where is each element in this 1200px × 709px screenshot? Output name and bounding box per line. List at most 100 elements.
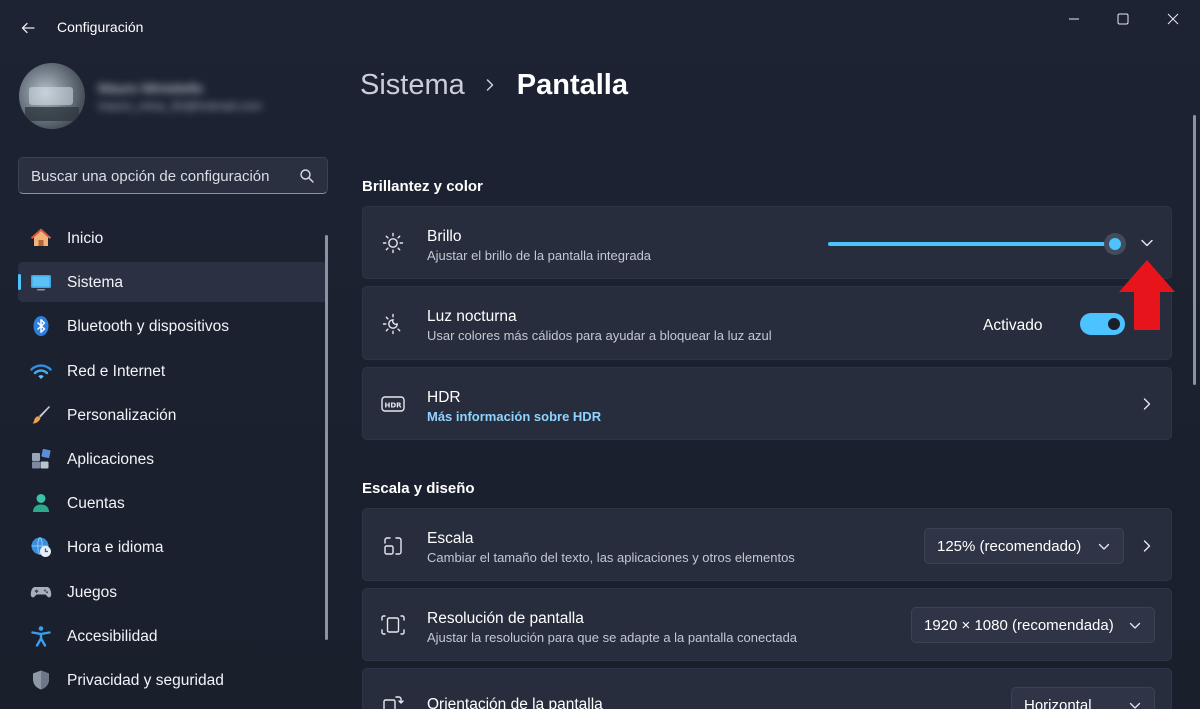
chevron-down-icon (1129, 702, 1141, 709)
profile-email: mauro_mina_92@hotmail.com (98, 99, 262, 113)
person-icon (30, 492, 52, 514)
sidebar-item-privacidad[interactable]: Privacidad y seguridad (18, 660, 328, 700)
night-light-card[interactable]: Luz nocturna Usar colores más cálidos pa… (362, 286, 1172, 360)
bluetooth-icon (30, 315, 52, 337)
sidebar-item-inicio[interactable]: Inicio (18, 218, 328, 258)
sun-icon (381, 231, 405, 255)
scale-value: 125% (recomendado) (937, 538, 1082, 555)
wifi-icon (30, 360, 52, 382)
sidebar-item-aplicaciones[interactable]: Aplicaciones (18, 439, 328, 479)
chevron-right-icon (1143, 398, 1151, 410)
sidebar-scrollbar[interactable] (325, 235, 328, 640)
hdr-card[interactable]: HDR HDR Más información sobre HDR (362, 367, 1172, 440)
resolution-subtitle: Ajustar la resolución para que se adapte… (427, 630, 798, 645)
hdr-icon: HDR (381, 392, 405, 416)
app-title: Configuración (57, 19, 144, 35)
apps-icon (30, 448, 52, 470)
sidebar-item-label: Sistema (67, 274, 123, 292)
chevron-down-icon (1098, 543, 1110, 550)
orientation-title: Orientación de la pantalla (427, 696, 603, 709)
resolution-card[interactable]: Resolución de pantalla Ajustar la resolu… (362, 588, 1172, 661)
sidebar-item-hora[interactable]: Hora e idioma (18, 527, 328, 567)
title-bar: Configuración (0, 0, 1200, 56)
close-icon (1167, 13, 1179, 25)
resolution-title: Resolución de pantalla (427, 610, 584, 627)
scale-subtitle: Cambiar el tamaño del texto, las aplicac… (427, 550, 795, 565)
search-input[interactable]: Buscar una opción de configuración (18, 157, 328, 194)
maximize-icon (1117, 13, 1129, 25)
profile-name: Mauro Ministiello (98, 80, 204, 96)
gamepad-icon (30, 581, 52, 603)
hdr-open-button[interactable] (1135, 392, 1159, 416)
home-icon (30, 227, 52, 249)
accessibility-icon (30, 625, 52, 647)
chevron-down-icon (1129, 622, 1141, 629)
maximize-button[interactable] (1100, 6, 1146, 32)
back-arrow-icon (21, 22, 35, 34)
orientation-card[interactable]: Orientación de la pantalla Horizontal (362, 668, 1172, 709)
sidebar-item-label: Bluetooth y dispositivos (67, 318, 229, 336)
minimize-icon (1069, 18, 1079, 20)
chevron-right-icon (483, 75, 503, 95)
night-light-subtitle: Usar colores más cálidos para ayudar a b… (427, 328, 772, 343)
breadcrumb: Sistema Pantalla (360, 65, 628, 105)
scale-dropdown[interactable]: 125% (recomendado) (924, 528, 1124, 564)
sidebar-item-label: Aplicaciones (67, 450, 155, 468)
hdr-title: HDR (427, 389, 461, 406)
resolution-dropdown[interactable]: 1920 × 1080 (recomendada) (911, 607, 1155, 643)
sidebar-item-sistema[interactable]: Sistema (18, 262, 328, 303)
orientation-icon (381, 693, 405, 709)
sidebar-item-personalizacion[interactable]: Personalización (18, 395, 328, 435)
chevron-down-icon (1141, 239, 1153, 247)
brightness-slider-thumb[interactable] (1104, 233, 1126, 255)
sidebar-item-bluetooth[interactable]: Bluetooth y dispositivos (18, 306, 328, 346)
sidebar-item-label: Red e Internet (67, 362, 166, 380)
brightness-subtitle: Ajustar el brillo de la pantalla integra… (427, 248, 652, 263)
breadcrumb-parent[interactable]: Sistema (360, 69, 465, 102)
scale-open-button[interactable] (1135, 534, 1159, 558)
hdr-info-link[interactable]: Más información sobre HDR (427, 409, 601, 424)
red-arrow-annotation-icon (1119, 260, 1175, 330)
page-title: Pantalla (516, 68, 628, 101)
settings-window: Configuración Mauro Ministiello mauro_mi… (0, 0, 1200, 709)
chevron-right-icon (1143, 540, 1151, 552)
sidebar-item-red[interactable]: Red e Internet (18, 351, 328, 391)
svg-text:HDR: HDR (384, 401, 402, 409)
globe-clock-icon (30, 536, 52, 558)
minimize-button[interactable] (1051, 6, 1097, 32)
expand-brightness-button[interactable] (1135, 231, 1159, 255)
sidebar-item-label: Personalización (67, 406, 177, 424)
brush-icon (30, 404, 52, 426)
scale-card[interactable]: Escala Cambiar el tamaño del texto, las … (362, 508, 1172, 581)
search-icon[interactable] (299, 168, 315, 184)
main-scrollbar[interactable] (1193, 115, 1196, 385)
sidebar-item-juegos[interactable]: Juegos (18, 572, 328, 612)
sidebar-item-label: Hora e idioma (67, 539, 164, 557)
sidebar-item-accesibilidad[interactable]: Accesibilidad (18, 616, 328, 656)
sidebar-nav: Inicio Sistema Bluetooth y dispositivos … (18, 218, 328, 704)
sidebar-item-label: Privacidad y seguridad (67, 671, 224, 689)
section-title-brightness-color: Brillantez y color (362, 178, 483, 195)
sidebar-item-label: Juegos (67, 583, 117, 601)
resolution-value: 1920 × 1080 (recomendada) (924, 617, 1114, 634)
scale-title: Escala (427, 530, 474, 547)
sidebar-item-label: Inicio (67, 230, 104, 247)
scale-icon (381, 534, 405, 558)
sidebar-item-label: Accesibilidad (67, 627, 158, 645)
section-title-scale-layout: Escala y diseño (362, 480, 475, 497)
search-placeholder: Buscar una opción de configuración (31, 168, 270, 185)
close-button[interactable] (1150, 6, 1196, 32)
sidebar-item-cuentas[interactable]: Cuentas (18, 483, 328, 523)
night-light-state: Activado (983, 317, 1043, 334)
shield-icon (30, 669, 52, 691)
avatar[interactable] (19, 63, 85, 129)
night-light-icon (381, 312, 405, 336)
brightness-card[interactable]: Brillo Ajustar el brillo de la pantalla … (362, 206, 1172, 279)
brightness-slider-track[interactable] (828, 242, 1115, 246)
monitor-icon (30, 271, 52, 293)
orientation-value: Horizontal (1024, 697, 1092, 709)
resolution-icon (381, 613, 405, 637)
brightness-title: Brillo (427, 228, 462, 245)
back-button[interactable] (14, 16, 42, 40)
orientation-dropdown[interactable]: Horizontal (1011, 687, 1155, 709)
